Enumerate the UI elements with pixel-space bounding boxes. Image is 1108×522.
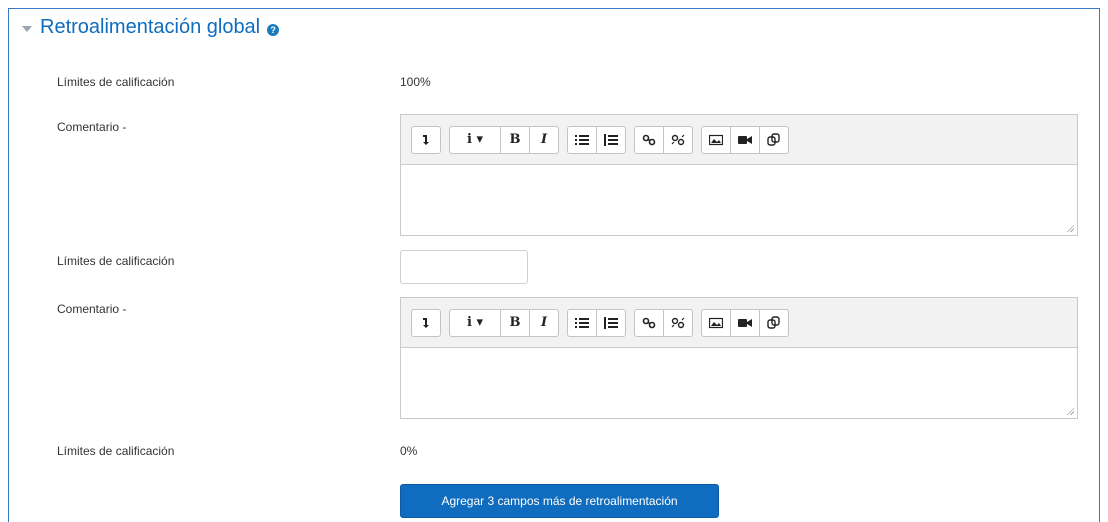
grade-boundary-label-3: Límites de calificación	[57, 444, 175, 458]
section-header[interactable]: Retroalimentación global ?	[22, 16, 280, 39]
link-icon	[642, 317, 656, 328]
ordered-list-button[interactable]	[596, 308, 626, 337]
manage-files-button[interactable]	[759, 125, 789, 154]
unordered-list-icon	[575, 317, 589, 328]
editor-toolbar: i ▾ B I	[401, 298, 1077, 348]
section-title[interactable]: Retroalimentación global	[40, 16, 260, 39]
grade-boundary-input[interactable]	[400, 250, 528, 284]
grade-boundary-label-2: Límites de calificación	[57, 254, 175, 268]
image-icon	[709, 317, 723, 328]
image-button[interactable]	[701, 125, 731, 154]
grade-boundary-value-1: 100%	[400, 75, 431, 89]
collapse-caret-icon[interactable]	[22, 25, 32, 32]
italic-button[interactable]: I	[529, 125, 559, 154]
paragraph-style-button[interactable]: i ▾	[449, 308, 501, 337]
ordered-list-icon	[604, 316, 618, 329]
grade-boundary-value-3: 0%	[400, 444, 418, 458]
resize-handle-icon[interactable]	[1066, 407, 1074, 415]
video-camera-icon	[738, 135, 752, 144]
grade-boundary-label-1: Límites de calificación	[57, 75, 175, 89]
add-feedback-fields-button[interactable]: Agregar 3 campos más de retroalimentació…	[400, 484, 719, 518]
link-button[interactable]	[634, 308, 664, 337]
copy-files-icon	[767, 315, 780, 329]
copy-files-icon	[767, 132, 780, 146]
unlink-button[interactable]	[663, 308, 693, 337]
manage-files-button[interactable]	[759, 308, 789, 337]
video-camera-icon	[738, 318, 752, 327]
toolbar-collapse-icon	[423, 317, 429, 328]
comment-editor-2: i ▾ B I	[400, 297, 1078, 419]
media-button[interactable]	[730, 125, 760, 154]
link-icon	[642, 134, 656, 145]
comment-label-2: Comentario -	[57, 302, 127, 316]
bold-button[interactable]: B	[500, 308, 530, 337]
resize-handle-icon[interactable]	[1066, 224, 1074, 232]
unordered-list-button[interactable]	[567, 308, 597, 337]
image-icon	[709, 134, 723, 145]
comment-label-1: Comentario -	[57, 120, 127, 134]
comment-textarea-2[interactable]	[401, 348, 1077, 418]
toolbar-toggle-button[interactable]	[411, 308, 441, 337]
help-icon[interactable]: ?	[267, 24, 280, 36]
toolbar-collapse-icon	[423, 134, 429, 145]
editor-toolbar: i ▾ B I	[401, 115, 1077, 165]
link-button[interactable]	[634, 125, 664, 154]
unlink-button[interactable]	[663, 125, 693, 154]
media-button[interactable]	[730, 308, 760, 337]
comment-textarea-1[interactable]	[401, 165, 1077, 235]
image-button[interactable]	[701, 308, 731, 337]
toolbar-toggle-button[interactable]	[411, 125, 441, 154]
unlink-icon	[671, 134, 685, 145]
ordered-list-button[interactable]	[596, 125, 626, 154]
unlink-icon	[671, 317, 685, 328]
paragraph-style-button[interactable]: i ▾	[449, 125, 501, 154]
comment-editor-1: i ▾ B I	[400, 114, 1078, 236]
bold-button[interactable]: B	[500, 125, 530, 154]
italic-button[interactable]: I	[529, 308, 559, 337]
unordered-list-icon	[575, 134, 589, 145]
ordered-list-icon	[604, 133, 618, 146]
unordered-list-button[interactable]	[567, 125, 597, 154]
